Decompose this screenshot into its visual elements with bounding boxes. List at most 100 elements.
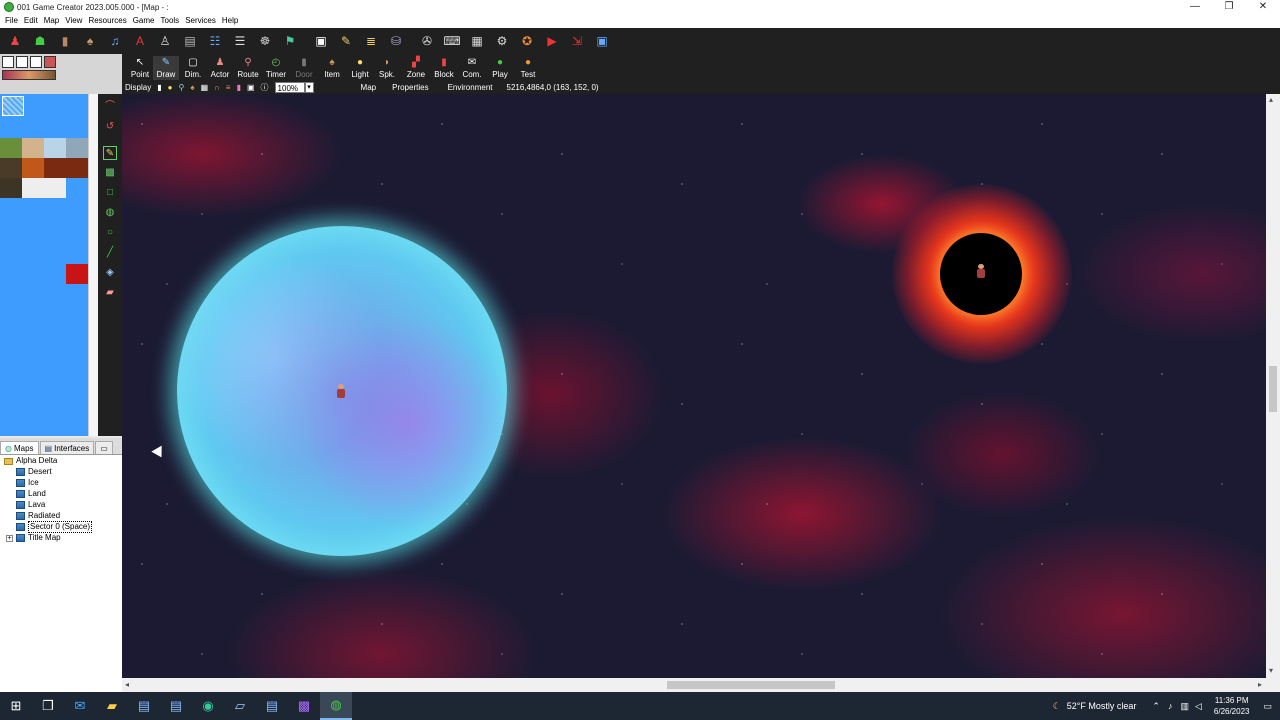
file-explorer-icon[interactable]: ▰ <box>96 692 128 720</box>
tree-item-title-map[interactable]: + Title Map <box>6 533 61 543</box>
grid-toggle-icon[interactable]: ▦ <box>201 83 209 92</box>
tile-red[interactable] <box>66 264 88 284</box>
minimize-button[interactable]: — <box>1178 0 1212 14</box>
magnet-toggle-icon[interactable]: ∩ <box>214 83 220 92</box>
ellipse-tool-icon[interactable]: ○ <box>103 226 117 240</box>
menu-map[interactable]: Map <box>41 14 63 28</box>
scroll-up-icon[interactable]: ▴ <box>1269 95 1273 104</box>
tab-environment[interactable]: Environment <box>448 83 493 92</box>
tile-sand[interactable] <box>22 138 44 158</box>
tile-water[interactable] <box>2 96 24 116</box>
edge-browser-icon[interactable]: ◉ <box>192 692 224 720</box>
tab-maps[interactable]: ◍ Maps <box>0 441 39 454</box>
tileset-palette[interactable] <box>0 94 88 436</box>
tool-zone[interactable]: ▞ Zone <box>404 56 428 80</box>
menu-edit[interactable]: Edit <box>21 14 41 28</box>
zone-toggle-icon[interactable]: ▮ <box>237 83 241 92</box>
items-icon[interactable]: ♠ <box>80 31 100 51</box>
tray-overflow-icon[interactable]: ⌃ <box>1152 701 1160 712</box>
bucket-tool-icon[interactable]: ◈ <box>103 266 117 280</box>
route-toggle-icon[interactable]: ⚲ <box>178 83 184 92</box>
doors-icon[interactable]: ▮ <box>55 31 75 51</box>
tile-magma[interactable] <box>44 158 88 178</box>
menu-file[interactable]: File <box>2 14 21 28</box>
tileset-tab-1[interactable] <box>2 56 14 68</box>
tile-dirt[interactable] <box>0 158 22 178</box>
music-icon[interactable]: ♫ <box>105 31 125 51</box>
tile-mud[interactable] <box>0 178 22 198</box>
block-toggle-icon[interactable]: ▣ <box>247 83 255 92</box>
actors-icon[interactable]: ♟ <box>5 31 25 51</box>
actor-on-star[interactable] <box>337 384 345 398</box>
item-toggle-icon[interactable]: ♠ <box>190 83 194 92</box>
tree-item-lava[interactable]: Lava <box>16 500 45 510</box>
tileset-tab-4[interactable] <box>44 56 56 68</box>
scroll-down-icon[interactable]: ▾ <box>1269 666 1273 675</box>
compile-icon[interactable]: ✪ <box>517 31 537 51</box>
volume-icon[interactable]: ◁ <box>1195 701 1202 712</box>
microphone-icon[interactable]: ♪ <box>1168 701 1173 711</box>
network-icon[interactable]: ▥ <box>1180 701 1189 712</box>
tool-point[interactable]: ↖ Point <box>127 56 153 80</box>
gamepad-icon[interactable]: ✇ <box>417 31 437 51</box>
variables-icon[interactable]: ▣ <box>311 31 331 51</box>
group-icon[interactable]: ☸ <box>255 31 275 51</box>
notifications-icon[interactable]: ▭ <box>1263 701 1272 712</box>
list-icon[interactable]: ☰ <box>230 31 250 51</box>
scroll-right-icon[interactable]: ▸ <box>1258 680 1262 689</box>
tree-item-ice[interactable]: Ice <box>16 478 39 488</box>
tile-grass[interactable] <box>0 138 22 158</box>
menu-resources[interactable]: Resources <box>85 14 129 28</box>
fonts-icon[interactable]: A <box>130 31 150 51</box>
tab-extra[interactable]: ▭ <box>95 441 113 454</box>
vertical-scrollbar[interactable]: ▴ ▾ <box>1266 94 1280 678</box>
tree-item-root[interactable]: Alpha Delta <box>4 456 57 466</box>
info-toggle-icon[interactable]: ⓘ <box>261 82 269 93</box>
app-window-icon[interactable]: ▤ <box>160 692 192 720</box>
twitch-icon[interactable]: ▩ <box>288 692 320 720</box>
menu-game[interactable]: Game <box>130 14 158 28</box>
tool-draw[interactable]: ✎ Draw <box>153 56 179 80</box>
tree-item-land[interactable]: Land <box>16 489 46 499</box>
scroll-left-icon[interactable]: ◂ <box>125 680 129 689</box>
tool-door[interactable]: ▮ Door <box>292 56 316 80</box>
tile-ice[interactable] <box>44 138 66 158</box>
close-button[interactable]: ✕ <box>1246 0 1280 14</box>
light-toggle-icon[interactable]: ● <box>168 83 173 92</box>
tileset-tab-2[interactable] <box>16 56 28 68</box>
tool-speaker[interactable]: ◗ Spk. <box>376 56 398 80</box>
stats-icon[interactable]: ⚑ <box>280 31 300 51</box>
tool-timer[interactable]: ◴ Timer <box>263 56 289 80</box>
party-icon[interactable]: ☷ <box>205 31 225 51</box>
tree-item-radiated[interactable]: Radiated <box>16 511 60 521</box>
database-icon[interactable]: ▤ <box>180 31 200 51</box>
maximize-button[interactable]: ❐ <box>1212 0 1246 14</box>
menu-services[interactable]: Services <box>182 14 219 28</box>
tab-interfaces[interactable]: ▤ Interfaces <box>39 441 95 454</box>
arc-tool-icon[interactable]: ⌒ <box>103 100 117 114</box>
tool-comment[interactable]: ✉ Com. <box>459 56 485 80</box>
menu-help[interactable]: Help <box>219 14 241 28</box>
line-tool-icon[interactable]: ╱ <box>103 246 117 260</box>
weather-moon-icon[interactable]: ☾ <box>1053 701 1061 712</box>
storage-icon[interactable]: ⛁ <box>386 31 406 51</box>
actor-in-black-hole[interactable] <box>977 264 985 278</box>
vertical-scroll-thumb[interactable] <box>1269 366 1277 412</box>
mail-icon[interactable]: ✉ <box>64 692 96 720</box>
film-icon[interactable]: ▶ <box>542 31 562 51</box>
curve-tool-icon[interactable]: ↺ <box>103 120 117 134</box>
tool-dim[interactable]: ▢ Dim. <box>181 56 205 80</box>
tileset-scrollbar[interactable] <box>88 94 98 436</box>
horizontal-scroll-thumb[interactable] <box>667 681 835 689</box>
figure-icon[interactable]: ♙ <box>155 31 175 51</box>
menu-view[interactable]: View <box>62 14 85 28</box>
pencil-tool-icon[interactable]: ✎ <box>103 146 117 160</box>
tool-item[interactable]: ♠ Item <box>320 56 344 80</box>
layer-toggle-icon[interactable]: ▮ <box>157 83 161 92</box>
save-icon[interactable]: ▣ <box>592 31 612 51</box>
scripts-icon[interactable]: ✎ <box>336 31 356 51</box>
expand-icon[interactable]: + <box>6 534 13 542</box>
tool-play[interactable]: ● Play <box>489 56 511 80</box>
tool-actor[interactable]: ♟ Actor <box>207 56 233 80</box>
game-creator-taskbar-icon[interactable]: ◍ <box>320 692 352 720</box>
